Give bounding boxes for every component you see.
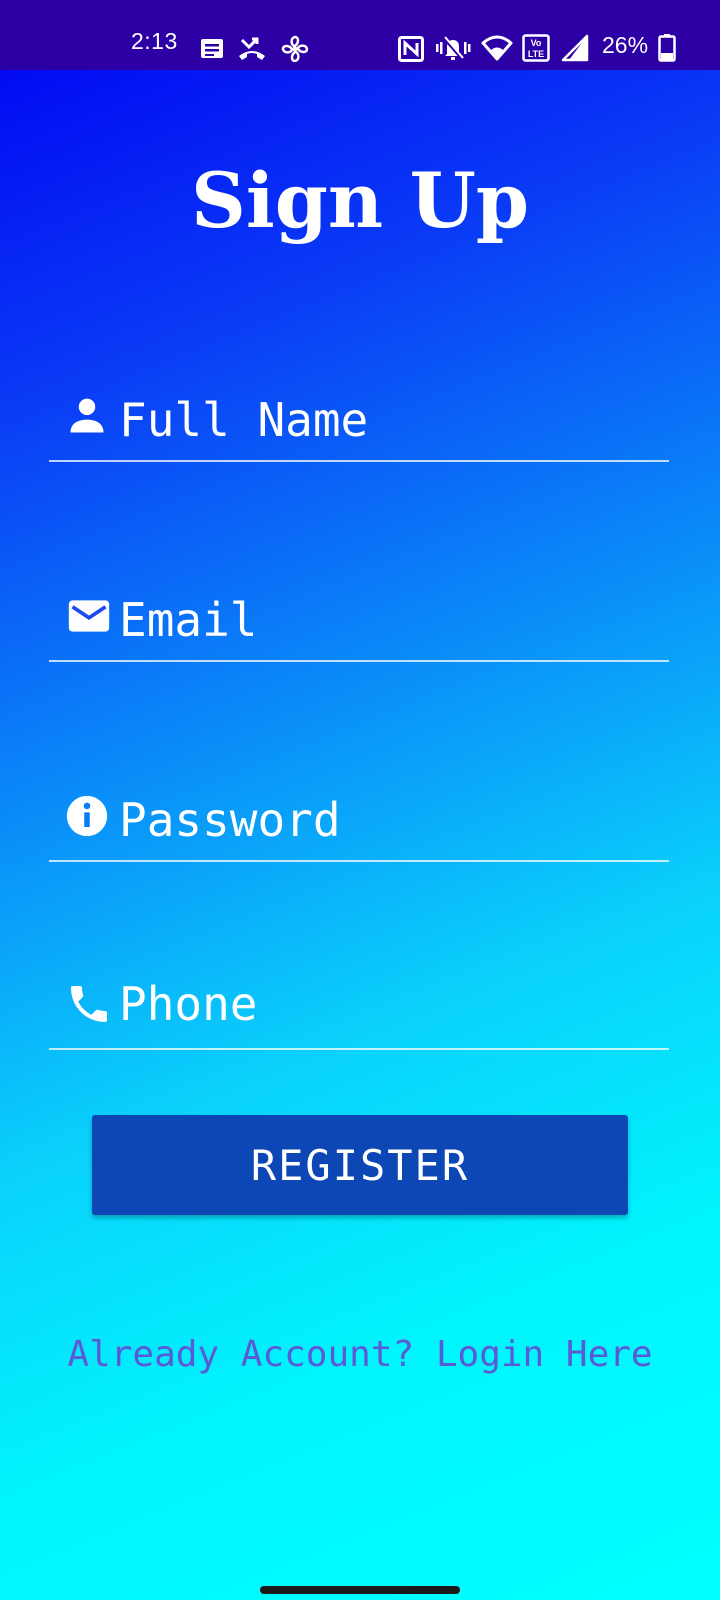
wifi-icon xyxy=(481,35,513,61)
status-time: 2:13 xyxy=(131,28,178,54)
person-icon xyxy=(70,398,104,433)
full-name-field xyxy=(49,390,669,462)
password-field xyxy=(49,790,669,862)
info-icon xyxy=(66,795,108,837)
status-bar: 2:13 Vo LTE 26% xyxy=(0,0,720,70)
mail-icon xyxy=(68,600,110,632)
email-field xyxy=(49,590,669,662)
vibrate-icon xyxy=(436,36,471,61)
nfc-icon xyxy=(398,36,424,62)
phone-icon xyxy=(71,986,107,1022)
phone-input[interactable] xyxy=(119,976,669,1032)
volte-icon: Vo LTE xyxy=(522,34,550,62)
svg-text:Vo: Vo xyxy=(531,38,542,48)
svg-text:LTE: LTE xyxy=(528,49,544,59)
register-button[interactable]: REGISTER xyxy=(92,1115,628,1215)
fan-icon xyxy=(281,35,309,62)
battery-percent: 26% xyxy=(602,32,649,58)
phone-field xyxy=(49,976,669,1050)
login-link[interactable]: Already Account? Login Here xyxy=(0,1337,720,1373)
full-name-input[interactable] xyxy=(119,392,669,448)
signal-icon xyxy=(561,34,589,62)
navigation-handle[interactable] xyxy=(260,1586,460,1594)
battery-icon xyxy=(658,34,676,62)
email-input[interactable] xyxy=(119,592,669,648)
password-input[interactable] xyxy=(119,792,669,848)
missed-call-icon xyxy=(239,37,265,60)
notes-icon xyxy=(201,39,223,58)
page-title: Sign Up xyxy=(190,156,530,245)
